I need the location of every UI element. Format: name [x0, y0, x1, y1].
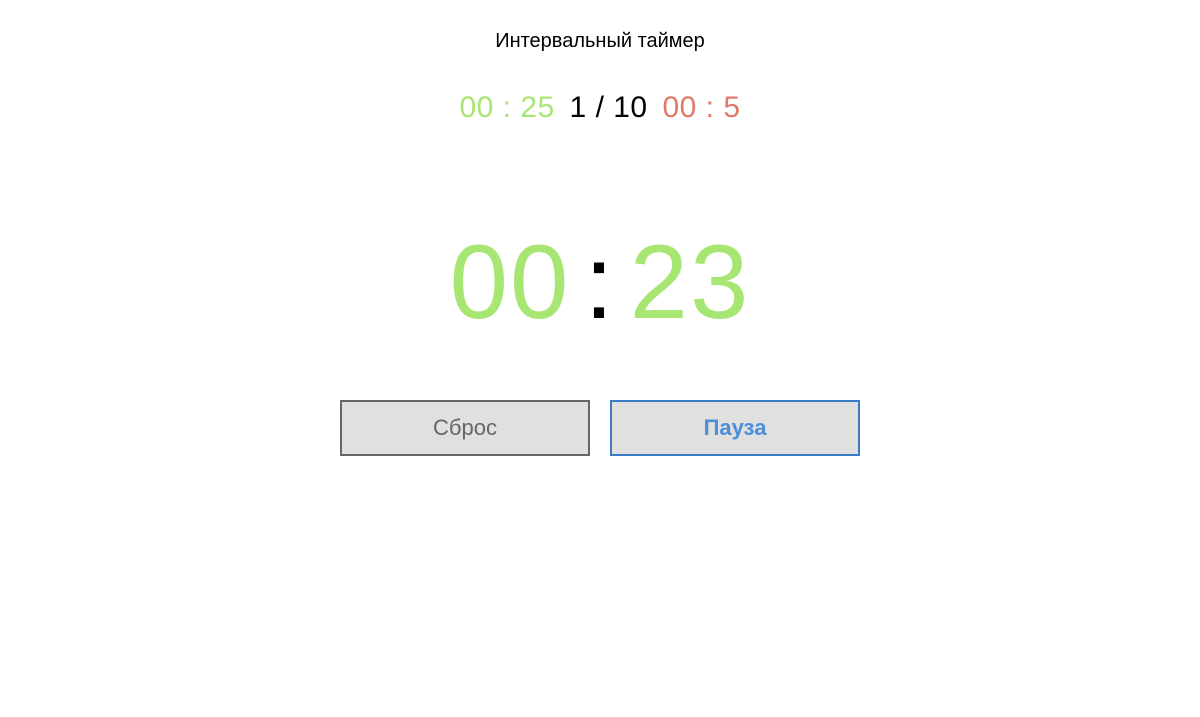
- reset-button[interactable]: Сброс: [340, 400, 590, 456]
- rounds-slash: /: [587, 91, 614, 124]
- timer-minutes: 00: [450, 224, 571, 341]
- rest-colon: :: [697, 91, 724, 124]
- total-rounds: 10: [613, 91, 647, 124]
- timer-colon: :: [584, 224, 615, 341]
- rest-seconds: 5: [723, 91, 740, 124]
- work-seconds: 25: [520, 91, 554, 124]
- work-minutes: 00: [459, 91, 493, 124]
- config-row: 00 : 25 1 / 10 00 : 5: [459, 91, 740, 125]
- main-timer: 00:23: [450, 230, 751, 335]
- timer-seconds: 23: [630, 224, 751, 341]
- button-row: Сброс Пауза: [340, 400, 860, 456]
- current-round: 1: [570, 91, 587, 124]
- pause-button[interactable]: Пауза: [610, 400, 860, 456]
- work-colon: :: [494, 91, 521, 124]
- rest-minutes: 00: [662, 91, 696, 124]
- page-title: Интервальный таймер: [495, 30, 705, 53]
